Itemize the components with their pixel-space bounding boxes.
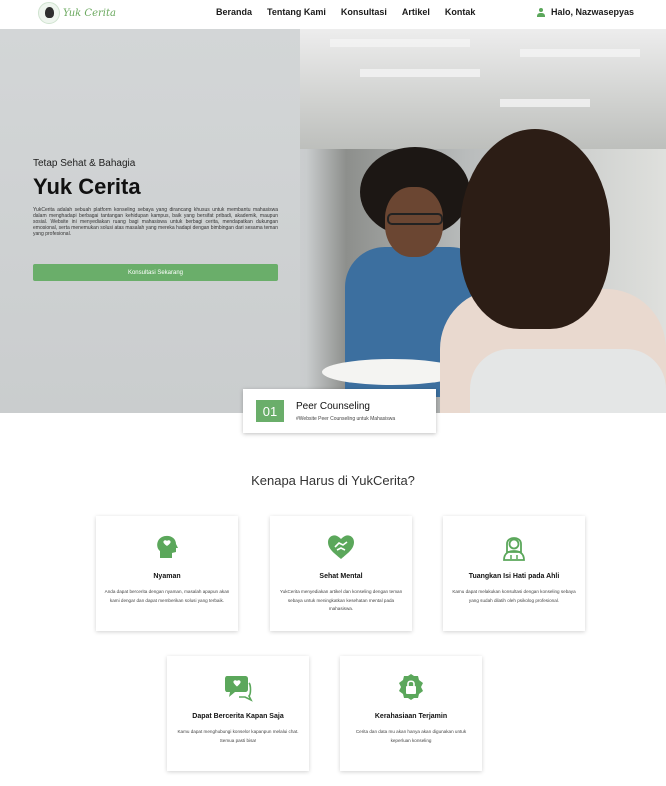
user-greeting: Halo, Nazwasepyas	[550, 7, 634, 17]
peer-number-badge: 01	[256, 400, 284, 422]
hero-description: YukCerita adalah sebuah platform konseli…	[33, 207, 278, 238]
konsultasi-sekarang-button[interactable]: Konsultasi Sekarang	[33, 264, 278, 281]
card-text: Kamu dapat menghubungi konselor kapanpun…	[177, 729, 299, 743]
peer-counseling-card: 01 Peer Counseling #Website Peer Counsel…	[243, 389, 436, 433]
hero-title: Yuk Cerita	[33, 174, 141, 199]
card-title: Tuangkan Isi Hati pada Ahli	[468, 573, 560, 580]
logo-icon	[38, 2, 60, 24]
chat-heart-icon	[225, 676, 253, 702]
brand-name: Yuk Cerita	[63, 7, 116, 19]
card-title: Dapat Bercerita Kapan Saja	[192, 713, 284, 720]
head-heart-icon	[157, 535, 178, 558]
ceiling-beam	[520, 49, 640, 57]
hero-tagline: Tetap Sehat & Bahagia	[33, 158, 136, 169]
peer-subtitle: #Website Peer Counseling untuk Mahasiswa	[296, 416, 396, 422]
counselor-icon	[503, 537, 525, 561]
nav-konsultasi[interactable]: Konsultasi	[341, 7, 387, 17]
hero-photo-chair	[470, 349, 666, 413]
feature-card-kapan-saja: Dapat Bercerita Kapan Saja Kamu dapat me…	[167, 656, 309, 771]
nav-artikel[interactable]: Artikel	[402, 7, 430, 17]
nav-kontak[interactable]: Kontak	[445, 7, 476, 17]
ceiling-beam	[500, 99, 590, 107]
card-text: YukCerita menyediakan artikel dan konsel…	[279, 589, 403, 612]
hero-section: Tetap Sehat & Bahagia Yuk Cerita YukCeri…	[0, 29, 666, 413]
section-title: Kenapa Harus di YukCerita?	[251, 473, 415, 488]
ceiling-beam	[360, 69, 480, 77]
card-text: Kamu dapat melakukan konsultasi dengan k…	[452, 589, 576, 603]
ceiling-beam	[330, 39, 470, 47]
card-text: Cerita dan data mu akan hanya akan digun…	[355, 729, 467, 743]
card-title: Sehat Mental	[319, 573, 363, 580]
main-menu: Beranda Tentang Kami Konsultasi Artikel …	[216, 7, 490, 17]
card-text: Anda dapat bercerita dengan nyaman, masa…	[104, 589, 230, 603]
user-menu[interactable]: Halo, Nazwasepyas	[536, 7, 634, 17]
heart-handshake-icon	[328, 535, 354, 559]
user-icon	[536, 7, 545, 17]
feature-card-kerahasiaan: Kerahasiaan Terjamin Cerita dan data mu …	[340, 656, 482, 771]
top-navbar: Yuk Cerita Beranda Tentang Kami Konsulta…	[0, 0, 666, 29]
nav-tentang-kami[interactable]: Tentang Kami	[267, 7, 326, 17]
feature-card-nyaman: Nyaman Anda dapat bercerita dengan nyama…	[96, 516, 238, 631]
card-title: Kerahasiaan Terjamin	[374, 713, 448, 720]
card-title: Nyaman	[153, 573, 181, 580]
feature-card-tuangkan-isi-hati: Tuangkan Isi Hati pada Ahli Kamu dapat m…	[443, 516, 585, 631]
brand-logo[interactable]: Yuk Cerita	[38, 1, 116, 25]
lock-badge-icon	[399, 674, 423, 700]
peer-title: Peer Counseling	[296, 401, 370, 412]
nav-beranda[interactable]: Beranda	[216, 7, 252, 17]
feature-card-sehat-mental: Sehat Mental YukCerita menyediakan artik…	[270, 516, 412, 631]
